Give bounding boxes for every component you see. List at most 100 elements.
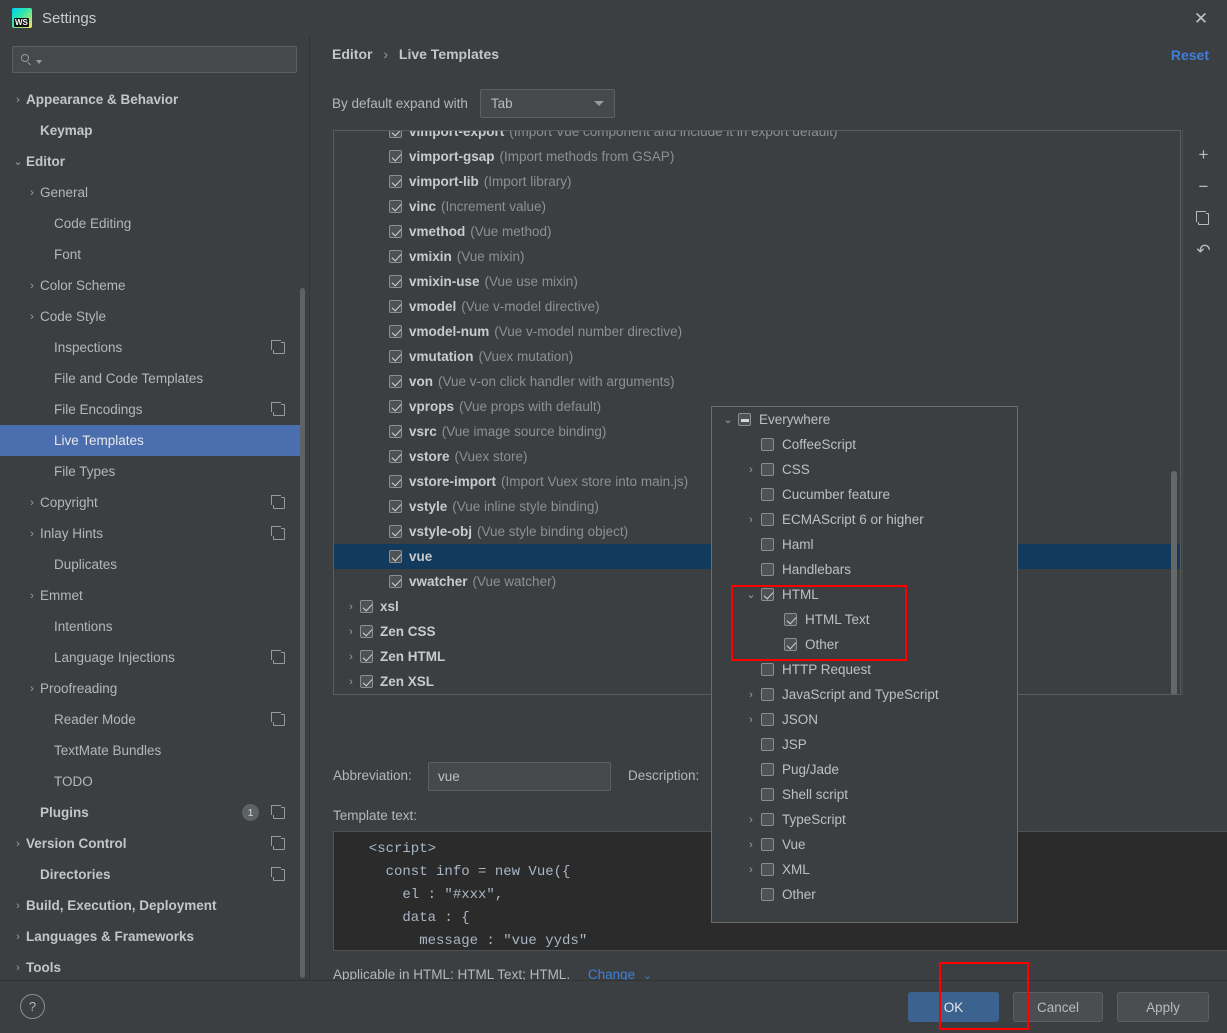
context-option-row[interactable]: › ECMAScript 6 or higher <box>712 507 1017 532</box>
template-checkbox[interactable] <box>389 131 402 138</box>
context-option-row[interactable]: › JavaScript and TypeScript <box>712 682 1017 707</box>
context-option-row[interactable]: ›Haml <box>712 532 1017 557</box>
template-checkbox[interactable] <box>360 625 373 638</box>
sidebar-item-keymap[interactable]: ›Keymap <box>0 115 303 146</box>
template-row[interactable]: vmixin-use (Vue use mixin) <box>334 269 1180 294</box>
sidebar-scrollbar[interactable] <box>300 288 305 978</box>
sidebar-item-proofreading[interactable]: › Proofreading <box>0 673 303 704</box>
template-checkbox[interactable] <box>389 375 402 388</box>
sidebar-item-todo[interactable]: ›TODO <box>0 766 303 797</box>
sidebar-item-tools[interactable]: › Tools <box>0 952 303 980</box>
reset-link[interactable]: Reset <box>1171 47 1209 63</box>
sidebar-item-emmet[interactable]: › Emmet <box>0 580 303 611</box>
context-checkbox[interactable] <box>761 838 774 851</box>
context-checkbox[interactable] <box>761 538 774 551</box>
sidebar-item-directories[interactable]: ›Directories <box>0 859 303 890</box>
search-input[interactable] <box>42 51 296 68</box>
sidebar-item-font[interactable]: ›Font <box>0 239 303 270</box>
duplicate-template-button[interactable] <box>1191 206 1217 232</box>
context-selection-popup[interactable]: ⌄Everywhere›CoffeeScript›CSS›Cucumber fe… <box>711 406 1018 923</box>
sidebar-item-inspections[interactable]: ›Inspections <box>0 332 303 363</box>
context-checkbox[interactable] <box>784 638 797 651</box>
chevron-right-icon[interactable]: › <box>342 626 360 638</box>
sidebar-item-file-types[interactable]: ›File Types <box>0 456 303 487</box>
expand-with-dropdown[interactable]: Tab <box>479 89 615 118</box>
template-row[interactable]: vmodel (Vue v-model directive) <box>334 294 1180 319</box>
context-option-row[interactable]: › CSS <box>712 457 1017 482</box>
revert-button[interactable]: ↶ <box>1191 238 1217 264</box>
context-option-row[interactable]: ›Shell script <box>712 782 1017 807</box>
chevron-right-icon[interactable]: › <box>741 714 761 726</box>
template-checkbox[interactable] <box>360 650 373 663</box>
context-option-row[interactable]: ›Other <box>712 632 1017 657</box>
chevron-right-icon[interactable]: › <box>10 931 26 943</box>
sidebar-item-languages-frameworks[interactable]: › Languages & Frameworks <box>0 921 303 952</box>
close-icon[interactable]: ✕ <box>1189 7 1213 29</box>
context-checkbox[interactable] <box>761 663 774 676</box>
template-row[interactable]: vimport-gsap (Import methods from GSAP) <box>334 144 1180 169</box>
context-checkbox[interactable] <box>761 563 774 576</box>
help-button[interactable]: ? <box>20 994 45 1019</box>
template-checkbox[interactable] <box>389 350 402 363</box>
context-checkbox[interactable] <box>761 888 774 901</box>
context-option-row[interactable]: › JSON <box>712 707 1017 732</box>
template-row[interactable]: vmethod (Vue method) <box>334 219 1180 244</box>
context-option-row[interactable]: ›CoffeeScript <box>712 432 1017 457</box>
template-row[interactable]: vinc (Increment value) <box>334 194 1180 219</box>
context-option-row[interactable]: › XML <box>712 857 1017 882</box>
context-option-row[interactable]: ›JSP <box>712 732 1017 757</box>
chevron-down-icon[interactable]: ⌄ <box>10 155 26 168</box>
ok-button[interactable]: OK <box>908 992 999 1022</box>
sidebar-item-file-encodings[interactable]: ›File Encodings <box>0 394 303 425</box>
context-checkbox[interactable] <box>761 713 774 726</box>
sidebar-item-code-editing[interactable]: ›Code Editing <box>0 208 303 239</box>
add-template-button[interactable]: + <box>1191 142 1217 168</box>
chevron-right-icon[interactable]: › <box>741 514 761 526</box>
chevron-right-icon[interactable]: › <box>741 814 761 826</box>
context-checkbox[interactable] <box>761 438 774 451</box>
chevron-right-icon[interactable]: › <box>24 590 40 602</box>
chevron-right-icon[interactable]: › <box>10 838 26 850</box>
chevron-right-icon[interactable]: › <box>24 280 40 292</box>
chevron-right-icon[interactable]: › <box>342 651 360 663</box>
template-checkbox[interactable] <box>389 450 402 463</box>
search-box[interactable] <box>12 46 297 73</box>
context-checkbox[interactable] <box>761 513 774 526</box>
template-row[interactable]: von (Vue v-on click handler with argument… <box>334 369 1180 394</box>
context-option-row[interactable]: ›HTML Text <box>712 607 1017 632</box>
context-checkbox[interactable] <box>761 863 774 876</box>
context-option-row[interactable]: ›Other <box>712 882 1017 907</box>
chevron-right-icon[interactable]: › <box>10 94 26 106</box>
template-checkbox[interactable] <box>360 675 373 688</box>
template-row[interactable]: vmodel-num (Vue v-model number directive) <box>334 319 1180 344</box>
context-checkbox[interactable] <box>761 688 774 701</box>
templates-list-scrollbar[interactable] <box>1171 471 1177 694</box>
template-checkbox[interactable] <box>389 425 402 438</box>
context-option-row[interactable]: › Vue <box>712 832 1017 857</box>
context-checkbox[interactable] <box>738 413 751 426</box>
cancel-button[interactable]: Cancel <box>1013 992 1103 1022</box>
context-checkbox[interactable] <box>761 813 774 826</box>
context-option-row[interactable]: ›HTTP Request <box>712 657 1017 682</box>
sidebar-item-duplicates[interactable]: ›Duplicates <box>0 549 303 580</box>
sidebar-item-language-injections[interactable]: ›Language Injections <box>0 642 303 673</box>
chevron-right-icon[interactable]: › <box>10 962 26 974</box>
context-option-row[interactable]: ›Pug/Jade <box>712 757 1017 782</box>
chevron-right-icon[interactable]: › <box>24 311 40 323</box>
sidebar-item-textmate-bundles[interactable]: ›TextMate Bundles <box>0 735 303 766</box>
sidebar-item-plugins[interactable]: ›Plugins1 <box>0 797 303 828</box>
chevron-right-icon[interactable]: › <box>10 900 26 912</box>
context-option-row[interactable]: ›Cucumber feature <box>712 482 1017 507</box>
template-checkbox[interactable] <box>389 575 402 588</box>
sidebar-item-general[interactable]: › General <box>0 177 303 208</box>
template-checkbox[interactable] <box>389 250 402 263</box>
context-checkbox[interactable] <box>784 613 797 626</box>
sidebar-item-live-templates[interactable]: ›Live Templates <box>0 425 303 456</box>
chevron-right-icon[interactable]: › <box>24 528 40 540</box>
chevron-right-icon[interactable]: › <box>741 689 761 701</box>
context-checkbox[interactable] <box>761 463 774 476</box>
sidebar-item-appearance-behavior[interactable]: › Appearance & Behavior <box>0 84 303 115</box>
remove-template-button[interactable]: − <box>1191 174 1217 200</box>
template-checkbox[interactable] <box>389 550 402 563</box>
context-checkbox[interactable] <box>761 588 774 601</box>
